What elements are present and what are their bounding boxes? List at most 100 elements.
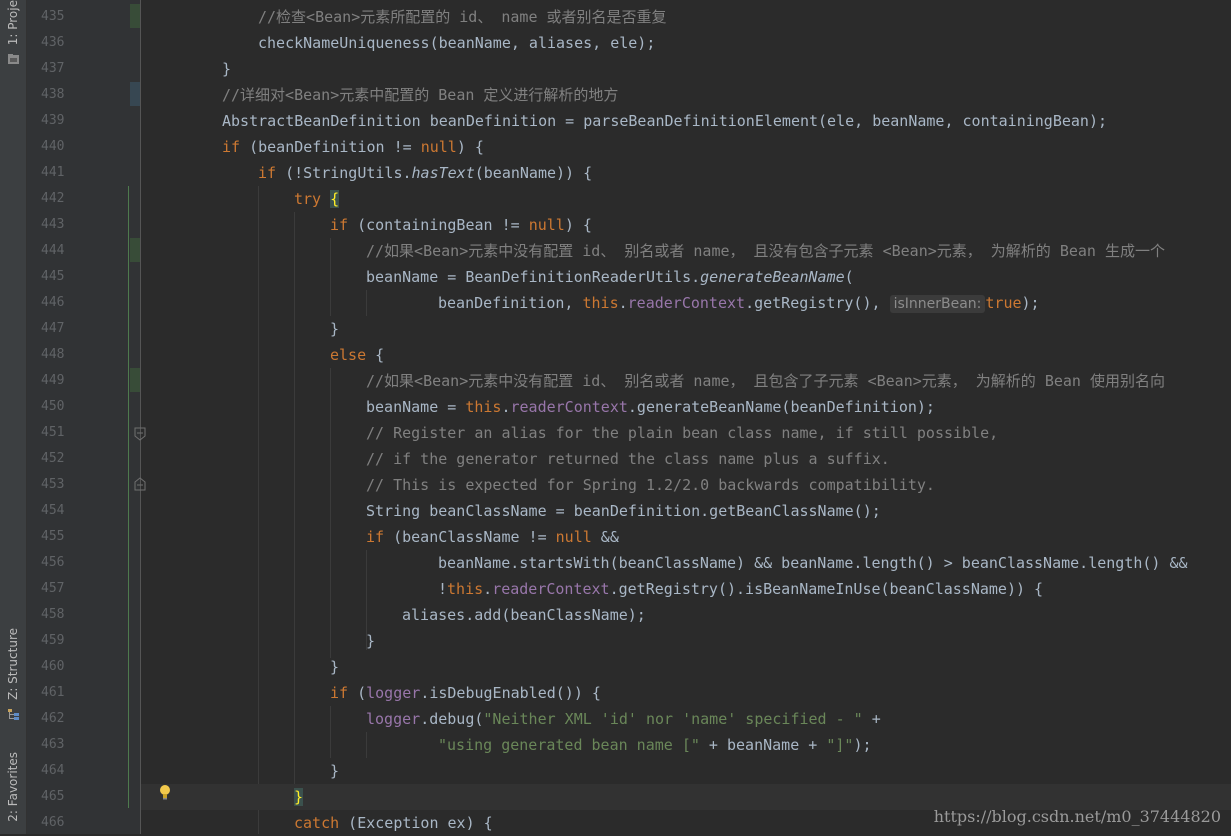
code-fragment: (: [348, 684, 367, 702]
code-line[interactable]: if (beanClassName != null &&: [141, 524, 1231, 550]
code-text: !this.readerContext.getRegistry().isBean…: [438, 576, 1043, 602]
keyword: null: [555, 528, 592, 546]
code-line[interactable]: AbstractBeanDefinition beanDefinition = …: [141, 108, 1231, 134]
code-editor[interactable]: //检查<Bean>元素所配置的 id、 name 或者别名是否重复 check…: [141, 0, 1231, 834]
code-text: if (beanClassName != null &&: [366, 524, 619, 550]
watermark: https://blog.csdn.net/m0_37444820: [933, 807, 1221, 826]
code-text: }: [330, 658, 340, 676]
code-line[interactable]: checkNameUniqueness(beanName, aliases, e…: [141, 30, 1231, 56]
field-reference: readerContext: [510, 398, 628, 416]
line-number: 438: [41, 87, 65, 102]
structure-tool-window-label: Z: Structure: [6, 628, 20, 700]
tool-window-strip: 1: Proje Z: Structure 2: Favorites: [0, 0, 27, 834]
editor-gutter[interactable]: 435 436 437 438 439 440 441 442 443 444 …: [27, 0, 146, 834]
code-text: checkNameUniqueness(beanName, aliases, e…: [258, 34, 656, 52]
code-line[interactable]: beanDefinition, this.readerContext.getRe…: [141, 290, 1231, 316]
string-literal: "]": [826, 736, 854, 754]
line-number: 457: [41, 581, 65, 596]
code-text: }: [330, 762, 340, 780]
code-line[interactable]: if (logger.isDebugEnabled()) {: [141, 680, 1231, 706]
code-line[interactable]: else {: [141, 342, 1231, 368]
line-number: 460: [41, 659, 65, 674]
line-number: 444: [41, 243, 65, 258]
code-fragment: (beanDefinition !=: [240, 138, 421, 156]
keyword: null: [528, 216, 565, 234]
code-line[interactable]: "using generated bean name [" + beanName…: [141, 732, 1231, 758]
code-fragment: (!StringUtils.: [276, 164, 412, 182]
code-line[interactable]: //详细对<Bean>元素中配置的 Bean 定义进行解析的地方: [141, 82, 1231, 108]
vcs-modified-marker[interactable]: [130, 82, 140, 106]
keyword: if: [366, 528, 385, 546]
line-number: 439: [41, 113, 65, 128]
favorites-tool-window-button[interactable]: 2: Favorites: [2, 752, 24, 822]
code-text: }: [222, 60, 232, 78]
code-line[interactable]: }: [141, 316, 1231, 342]
code-fragment: + beanName +: [699, 736, 827, 754]
line-number: 455: [41, 529, 65, 544]
code-line[interactable]: aliases.add(beanClassName);: [141, 602, 1231, 628]
code-comment: //如果<Bean>元素中没有配置 id、 别名或者 name， 且没有包含子元…: [366, 242, 1165, 260]
code-line[interactable]: beanName = BeanDefinitionReaderUtils.gen…: [141, 264, 1231, 290]
structure-tool-window-button[interactable]: Z: Structure: [2, 628, 24, 720]
code-comment: // This is expected for Spring 1.2/2.0 b…: [366, 476, 935, 494]
code-line[interactable]: try {: [141, 186, 1231, 212]
line-number: 462: [41, 711, 65, 726]
code-fragment: +: [862, 710, 881, 728]
field-reference: readerContext: [492, 580, 610, 598]
code-line[interactable]: // This is expected for Spring 1.2/2.0 b…: [141, 472, 1231, 498]
code-fragment: .debug(: [420, 710, 484, 728]
code-line[interactable]: }: [141, 654, 1231, 680]
string-literal: "using generated bean name [": [438, 736, 700, 754]
code-comment: //如果<Bean>元素中没有配置 id、 别名或者 name， 且包含了子元素…: [366, 372, 1165, 390]
folder-icon: [7, 51, 20, 65]
keyword: null: [420, 138, 457, 156]
code-line[interactable]: // if the generator returned the class n…: [141, 446, 1231, 472]
code-fragment: &&: [591, 528, 619, 546]
code-text: beanName = this.readerContext.generateBe…: [366, 394, 935, 420]
static-method: generateBeanName: [700, 268, 845, 286]
code-fragment: .: [618, 294, 628, 312]
code-line[interactable]: beanName.startsWith(beanClassName) && be…: [141, 550, 1231, 576]
lightbulb-icon[interactable]: [159, 784, 171, 800]
code-line[interactable]: !this.readerContext.getRegistry().isBean…: [141, 576, 1231, 602]
keyword: true: [985, 294, 1022, 312]
code-fragment: ) {: [456, 138, 484, 156]
line-number: 453: [41, 477, 65, 492]
code-text: beanName = BeanDefinitionReaderUtils.gen…: [366, 264, 854, 290]
code-line[interactable]: if (beanDefinition != null) {: [141, 134, 1231, 160]
code-line[interactable]: if (!StringUtils.hasText(beanName)) {: [141, 160, 1231, 186]
code-line[interactable]: logger.debug("Neither XML 'id' nor 'name…: [141, 706, 1231, 732]
project-tool-window-button[interactable]: 1: Proje: [2, 0, 24, 65]
code-line[interactable]: }: [141, 758, 1231, 784]
line-number: 458: [41, 607, 65, 622]
code-text: beanName.startsWith(beanClassName) && be…: [438, 554, 1188, 572]
code-line[interactable]: String beanClassName = beanDefinition.ge…: [141, 498, 1231, 524]
matched-brace: {: [330, 190, 340, 208]
code-text: if (beanDefinition != null) {: [222, 134, 484, 160]
code-fragment: .: [483, 580, 493, 598]
line-number: 464: [41, 763, 65, 778]
vcs-added-marker[interactable]: [130, 368, 140, 392]
code-line[interactable]: }: [141, 56, 1231, 82]
code-line[interactable]: //检查<Bean>元素所配置的 id、 name 或者别名是否重复: [141, 4, 1231, 30]
vcs-added-marker[interactable]: [130, 4, 140, 28]
code-fragment: .isDebugEnabled()) {: [420, 684, 601, 702]
code-line[interactable]: if (containingBean != null) {: [141, 212, 1231, 238]
line-number: 449: [41, 373, 65, 388]
line-number: 441: [41, 165, 65, 180]
code-line[interactable]: beanName = this.readerContext.generateBe…: [141, 394, 1231, 420]
code-line[interactable]: //如果<Bean>元素中没有配置 id、 别名或者 name， 且包含了子元素…: [141, 368, 1231, 394]
line-number: 448: [41, 347, 65, 362]
code-line[interactable]: // Register an alias for the plain bean …: [141, 420, 1231, 446]
keyword: if: [222, 138, 241, 156]
code-fragment: beanDefinition,: [438, 294, 583, 312]
field-reference: logger: [366, 684, 421, 702]
field-reference: logger: [366, 710, 421, 728]
code-fragment: beanName = BeanDefinitionReaderUtils.: [366, 268, 701, 286]
vcs-added-marker[interactable]: [130, 238, 140, 262]
code-text: logger.debug("Neither XML 'id' nor 'name…: [366, 706, 881, 732]
code-line[interactable]: }: [141, 628, 1231, 654]
line-number: 465: [41, 789, 65, 804]
code-fragment: (: [844, 268, 854, 286]
code-line[interactable]: //如果<Bean>元素中没有配置 id、 别名或者 name， 且没有包含子元…: [141, 238, 1231, 264]
